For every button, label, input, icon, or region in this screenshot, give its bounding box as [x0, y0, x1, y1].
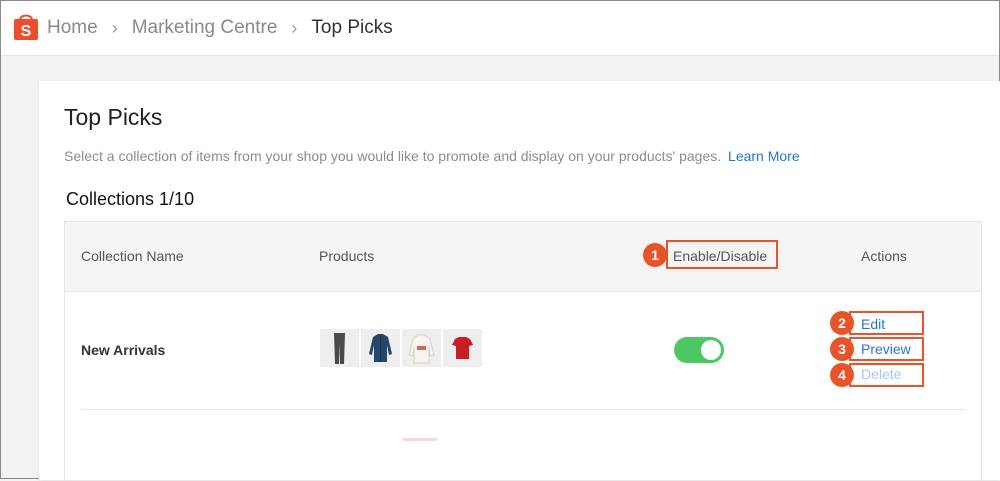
- top-picks-card: Top Picks Select a collection of items f…: [39, 81, 1000, 481]
- loading-placeholder: [403, 438, 437, 441]
- page-title: Top Picks: [64, 104, 163, 130]
- chevron-right-icon: ›: [291, 17, 298, 38]
- annotation-badge-3: 3: [830, 337, 854, 361]
- highlight-edit: [849, 311, 924, 335]
- learn-more-link[interactable]: Learn More: [728, 148, 800, 164]
- product-red-tshirt-image[interactable]: [443, 329, 482, 367]
- chevron-right-icon: ›: [111, 17, 118, 38]
- collections-count: Collections 1/10: [66, 189, 195, 209]
- product-jeans-image[interactable]: [320, 329, 359, 367]
- product-jacket-image[interactable]: [361, 329, 400, 367]
- breadcrumb: Home › Marketing Centre › Top Picks: [47, 1, 393, 55]
- enable-toggle[interactable]: [674, 337, 724, 363]
- annotation-badge-1: 1: [643, 243, 667, 267]
- shopee-logo[interactable]: S: [13, 12, 39, 40]
- annotation-badge-2: 2: [830, 311, 854, 335]
- highlight-delete: [849, 363, 924, 387]
- collection-name: New Arrivals: [81, 342, 166, 358]
- product-thumbnails: [320, 329, 482, 367]
- toggle-knob: [701, 340, 721, 360]
- column-actions: Actions: [861, 248, 907, 264]
- highlight-preview: [849, 337, 924, 361]
- row-divider: [81, 409, 965, 410]
- breadcrumb-current: Top Picks: [311, 17, 393, 38]
- column-products: Products: [319, 248, 375, 264]
- product-hoodie-image[interactable]: [402, 329, 441, 367]
- top-bar: S Home › Marketing Centre › Top Picks: [1, 1, 999, 56]
- breadcrumb-marketing-centre[interactable]: Marketing Centre: [132, 17, 278, 39]
- column-collection-name: Collection Name: [81, 248, 184, 264]
- breadcrumb-home[interactable]: Home: [47, 17, 98, 39]
- highlight-enable-disable: [666, 240, 778, 269]
- table-header: Collection Name Products Enable/Disable …: [65, 222, 981, 292]
- svg-text:S: S: [21, 23, 32, 40]
- description-text: Select a collection of items from your s…: [64, 148, 722, 164]
- page-description: Select a collection of items from your s…: [64, 148, 800, 164]
- annotation-badge-4: 4: [830, 363, 854, 387]
